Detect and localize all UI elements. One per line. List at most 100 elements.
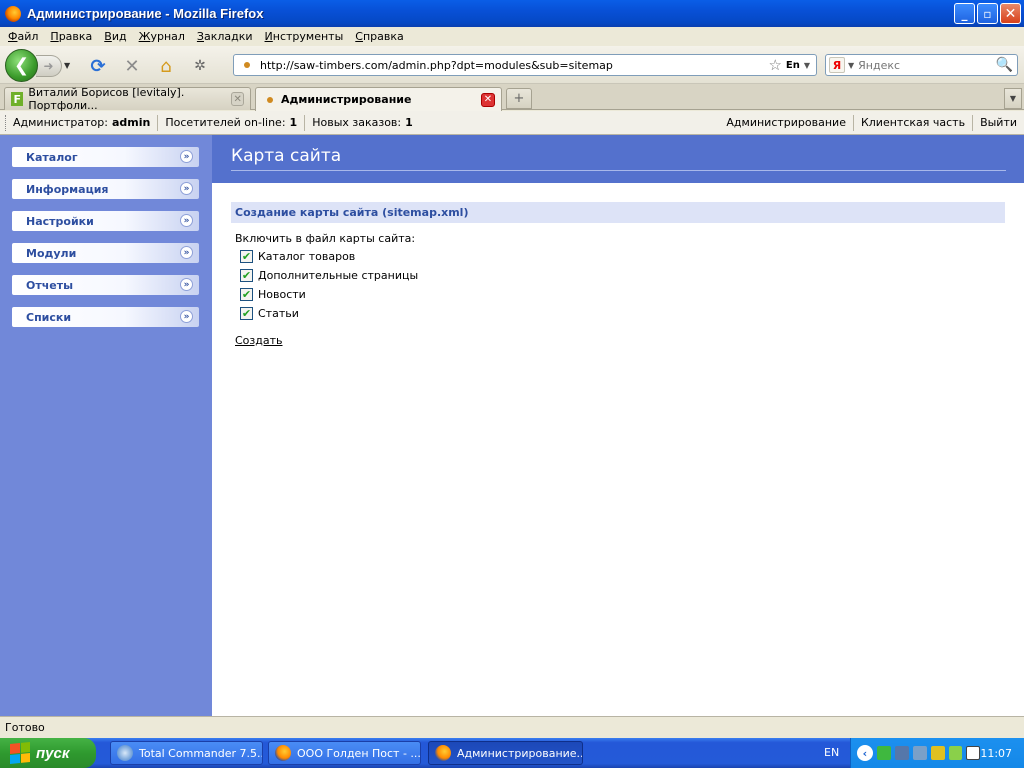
menu-bookmarks[interactable]: Закладки [191, 30, 259, 43]
option-extra-pages[interactable]: ✔ Дополнительные страницы [240, 269, 418, 282]
site-identity-icon[interactable] [244, 62, 250, 68]
link-administration[interactable]: Администрирование [719, 114, 854, 131]
reload-icon[interactable]: ⟳ [87, 55, 109, 77]
mail-icon[interactable] [966, 746, 981, 760]
url-dropdown-icon[interactable]: ▼ [804, 61, 810, 70]
maximize-button[interactable]: ▫ [977, 3, 998, 24]
language-indicator[interactable]: EN [824, 746, 839, 759]
window-title: Администрирование - Mozilla Firefox [27, 6, 264, 21]
search-bar[interactable]: Я ▼ 🔍 [825, 54, 1018, 76]
sidebar-item-label: Информация [26, 182, 109, 196]
forward-button[interactable]: ➜ [36, 55, 62, 77]
start-label: пуск [36, 744, 70, 762]
menu-view[interactable]: Вид [98, 30, 132, 43]
warning-icon[interactable] [930, 746, 945, 760]
task-golden-post[interactable]: ООО Голден Пост - ... [268, 741, 421, 765]
menu-file[interactable]: Файл [2, 30, 44, 43]
stop-icon[interactable]: ✕ [121, 55, 143, 77]
chevron-down-icon[interactable]: » [180, 214, 193, 227]
system-tray: ‹ 11:07 [850, 738, 1024, 768]
sidebar-item-catalog[interactable]: Каталог » [12, 147, 199, 167]
tab-label: Виталий Борисов [levitaly]. Портфоли... [28, 86, 185, 112]
task-administration[interactable]: Администрирование... [428, 741, 583, 765]
sidebar-item-information[interactable]: Информация » [12, 179, 199, 199]
main-content: Карта сайта Создание карты сайта (sitema… [212, 135, 1024, 716]
tray-expand-icon[interactable]: ‹ [857, 745, 873, 761]
tab-close-icon[interactable]: ✕ [481, 92, 495, 107]
search-icon[interactable]: 🔍 [996, 57, 1013, 73]
menu-edit[interactable]: Правка [44, 30, 98, 43]
sidebar-item-settings[interactable]: Настройки » [12, 211, 199, 231]
sidebar-item-lists[interactable]: Списки » [12, 307, 199, 327]
tab-portfolio[interactable]: F Виталий Борисов [levitaly]. Портфоли..… [4, 86, 251, 112]
chevron-down-icon[interactable]: » [180, 310, 193, 323]
start-button[interactable]: пуск [0, 738, 96, 768]
menu-tools[interactable]: Инструменты [259, 30, 350, 43]
menubar: Файл Правка Вид Журнал Закладки Инструме… [0, 27, 1024, 46]
url-text[interactable]: http://saw-timbers.com/admin.php?dpt=mod… [260, 59, 768, 72]
checkbox-articles[interactable]: ✔ [240, 307, 253, 320]
menu-help[interactable]: Справка [349, 30, 409, 43]
history-dropdown-icon[interactable]: ▼ [64, 61, 70, 70]
network-icon[interactable] [894, 746, 909, 760]
new-tab-button[interactable]: + [506, 88, 532, 109]
option-news[interactable]: ✔ Новости [240, 288, 306, 301]
create-sitemap-link[interactable]: Создать [235, 334, 283, 347]
home-icon[interactable]: ⌂ [155, 55, 177, 77]
volume-icon[interactable] [912, 746, 927, 760]
chevron-down-icon[interactable]: » [180, 150, 193, 163]
orders-count: 1 [405, 116, 413, 129]
section-title: Создание карты сайта (sitemap.xml) [231, 202, 1005, 223]
extension-icon[interactable]: ✲ [189, 55, 211, 77]
favicon-f-icon: F [11, 92, 24, 106]
sidebar: Каталог » Информация » Настройки » Модул… [0, 135, 212, 716]
task-total-commander[interactable]: Total Commander 7.5... [110, 741, 263, 765]
window-titlebar[interactable]: Администрирование - Mozilla Firefox _ ▫ … [0, 0, 1024, 27]
include-label: Включить в файл карты сайта: [235, 232, 416, 245]
sidebar-item-modules[interactable]: Модули » [12, 243, 199, 263]
option-label: Каталог товаров [258, 250, 356, 263]
checkbox-extra-pages[interactable]: ✔ [240, 269, 253, 282]
windows-logo-icon [10, 741, 30, 765]
page-title: Карта сайта [231, 146, 342, 166]
all-tabs-dropdown-icon[interactable]: ▼ [1004, 88, 1022, 109]
address-bar[interactable]: http://saw-timbers.com/admin.php?dpt=mod… [233, 54, 817, 76]
chevron-down-icon[interactable]: » [180, 246, 193, 259]
admin-user: Администратор: admin [5, 114, 159, 131]
app-tray-icon[interactable] [948, 746, 963, 760]
page-header: Карта сайта [212, 135, 1024, 183]
menu-history[interactable]: Журнал [133, 30, 191, 43]
search-input[interactable] [858, 58, 989, 72]
bookmark-star-icon[interactable]: ☆ [768, 56, 781, 74]
taskbar: пуск Total Commander 7.5... ООО Голден П… [0, 738, 1024, 768]
back-button[interactable]: ❮ [5, 49, 38, 82]
visitors-online: Посетителей on-line: 1 [158, 114, 306, 131]
checkbox-news[interactable]: ✔ [240, 288, 253, 301]
option-catalog[interactable]: ✔ Каталог товаров [240, 250, 355, 263]
option-label: Статьи [258, 307, 299, 320]
firefox-icon [435, 745, 451, 761]
yandex-icon[interactable]: Я [829, 57, 845, 73]
sidebar-item-label: Каталог [26, 150, 78, 164]
language-indicator[interactable]: En [786, 60, 800, 71]
option-articles[interactable]: ✔ Статьи [240, 307, 299, 320]
sidebar-item-label: Списки [26, 310, 72, 324]
tab-administration[interactable]: Администрирование ✕ [255, 87, 502, 111]
close-window-button[interactable]: ✕ [1000, 3, 1021, 24]
chevron-down-icon[interactable]: » [180, 278, 193, 291]
clock: 11:07 [980, 746, 1013, 760]
tab-close-icon[interactable]: ✕ [231, 92, 244, 106]
firefox-icon [5, 5, 21, 22]
link-logout[interactable]: Выйти [973, 115, 1024, 131]
minimize-button[interactable]: _ [954, 3, 975, 24]
sidebar-item-reports[interactable]: Отчеты » [12, 275, 199, 295]
search-engine-dropdown-icon[interactable]: ▼ [848, 61, 854, 70]
link-client-side[interactable]: Клиентская часть [854, 114, 974, 131]
sidebar-item-label: Модули [26, 246, 77, 260]
checkbox-catalog[interactable]: ✔ [240, 250, 253, 263]
option-label: Дополнительные страницы [258, 269, 419, 282]
header-divider [231, 170, 1006, 171]
total-commander-icon [117, 745, 133, 761]
security-shield-icon[interactable] [876, 746, 891, 760]
chevron-down-icon[interactable]: » [180, 182, 193, 195]
